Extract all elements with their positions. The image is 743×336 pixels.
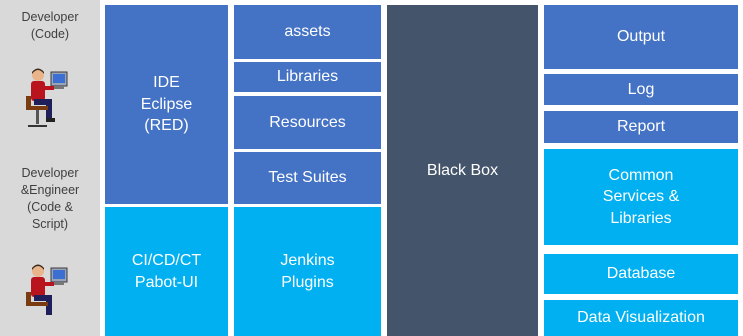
resources-block: Resources — [234, 96, 381, 149]
test-suites-block: Test Suites — [234, 152, 381, 204]
cicd-pabot-block: CI/CD/CT Pabot-UI — [105, 207, 228, 336]
engineer-person-icon — [26, 264, 68, 315]
assets-block: assets — [234, 5, 381, 59]
report-block: Report — [544, 111, 738, 143]
black-box-block: Black Box — [387, 5, 538, 336]
database-block: Database — [544, 254, 738, 294]
roles-sidebar: Developer (Code) Developer &Engineer (Co… — [0, 0, 100, 336]
developer-engineer-label: Developer &Engineer (Code & Script) — [20, 166, 80, 231]
developer-code-label: Developer (Code) — [21, 10, 79, 41]
developer-person-icon — [26, 68, 68, 127]
output-block: Output — [544, 5, 738, 69]
jenkins-plugins-block: Jenkins Plugins — [234, 207, 381, 336]
log-block: Log — [544, 74, 738, 105]
ide-eclipse-block: IDE Eclipse (RED) — [105, 5, 228, 204]
data-visualization-block: Data Visualization — [544, 300, 738, 336]
libraries-block: Libraries — [234, 62, 381, 92]
common-services-block: Common Services & Libraries — [544, 149, 738, 245]
